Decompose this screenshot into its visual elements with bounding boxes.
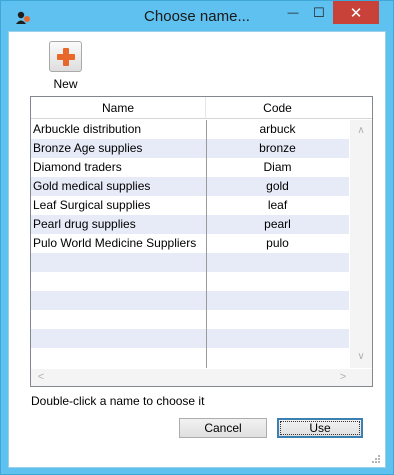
- row-name: Bronze Age supplies: [33, 141, 143, 155]
- table-header: Name Code: [31, 97, 372, 119]
- row-code: Diam: [263, 160, 292, 174]
- table-body: Arbuckle distribution arbuck Bronze Age …: [31, 120, 349, 368]
- vertical-scrollbar[interactable]: ∧ ∨: [350, 120, 372, 368]
- row-code: leaf: [267, 198, 288, 212]
- use-button-label: Use: [280, 421, 360, 435]
- horizontal-scrollbar[interactable]: < >: [31, 369, 372, 386]
- row-name: Gold medical supplies: [33, 179, 151, 193]
- row-name: Leaf Surgical supplies: [33, 198, 151, 212]
- table-row[interactable]: Leaf Surgical supplies leaf: [31, 196, 349, 215]
- row-code: pulo: [266, 236, 289, 250]
- column-header-name[interactable]: Name: [31, 97, 206, 119]
- resize-grip-icon[interactable]: [369, 452, 381, 464]
- names-table: Name Code Arbuckle distribution arbuck B…: [30, 96, 373, 387]
- column-divider[interactable]: [206, 120, 207, 368]
- close-icon: ✕: [349, 4, 363, 22]
- maximize-button[interactable]: ☐: [306, 1, 332, 24]
- row-name: Pulo World Medicine Suppliers: [33, 236, 197, 250]
- row-name: Diamond traders: [33, 160, 122, 174]
- cancel-button[interactable]: Cancel: [179, 418, 267, 438]
- empty-row: [31, 310, 349, 329]
- maximize-icon: ☐: [313, 4, 325, 20]
- minimize-icon: —: [287, 6, 299, 19]
- scroll-right-icon[interactable]: >: [335, 369, 351, 386]
- use-button[interactable]: Use: [277, 418, 363, 438]
- dialog-body: New Name Code Arbuckle distribution arbu…: [8, 31, 386, 468]
- minimize-button[interactable]: —: [280, 1, 306, 24]
- hint-text: Double-click a name to choose it: [31, 394, 205, 408]
- row-code: gold: [266, 179, 289, 193]
- row-code: pearl: [264, 217, 291, 231]
- row-code: arbuck: [259, 122, 296, 136]
- empty-row: [31, 272, 349, 291]
- new-button-label[interactable]: New: [41, 77, 90, 91]
- empty-row: [31, 348, 349, 367]
- scroll-down-icon[interactable]: ∨: [350, 349, 372, 365]
- empty-row: [31, 253, 349, 272]
- empty-row: [31, 291, 349, 310]
- column-header-code[interactable]: Code: [206, 97, 349, 119]
- new-button[interactable]: [49, 41, 82, 72]
- empty-row: [31, 329, 349, 348]
- title-bar[interactable]: Choose name... — ☐ ✕: [1, 1, 393, 31]
- dialog-window: Choose name... — ☐ ✕ New Name Code Arbuc…: [0, 0, 394, 475]
- plus-icon: [56, 47, 75, 66]
- row-name: Arbuckle distribution: [33, 122, 142, 136]
- table-row[interactable]: Diamond traders Diam: [31, 158, 349, 177]
- table-row[interactable]: Pulo World Medicine Suppliers pulo: [31, 234, 349, 253]
- row-code: bronze: [259, 141, 296, 155]
- close-button[interactable]: ✕: [333, 1, 379, 24]
- table-row[interactable]: Arbuckle distribution arbuck: [31, 120, 349, 139]
- table-row[interactable]: Gold medical supplies gold: [31, 177, 349, 196]
- row-name: Pearl drug supplies: [33, 217, 136, 231]
- table-row[interactable]: Bronze Age supplies bronze: [31, 139, 349, 158]
- table-row[interactable]: Pearl drug supplies pearl: [31, 215, 349, 234]
- scroll-up-icon[interactable]: ∧: [350, 123, 372, 139]
- scroll-left-icon[interactable]: <: [33, 369, 49, 386]
